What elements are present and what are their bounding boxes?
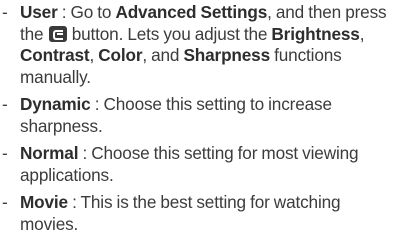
contrast-label: Contrast (20, 45, 90, 65)
list-item-movie: - Movie : This is the best setting for w… (0, 192, 399, 235)
mode-term-dynamic: Dynamic (20, 94, 91, 114)
list-item-normal: - Normal : Choose this setting for most … (0, 143, 399, 186)
term-separator: : (78, 143, 92, 163)
term-separator: : (57, 2, 71, 22)
list-dash: - (2, 143, 8, 163)
sharpness-label: Sharpness (183, 45, 271, 65)
mode-term-normal: Normal (20, 143, 79, 163)
mode-term-user: User (20, 2, 58, 22)
item-text: Go to (70, 2, 116, 22)
item-text: , (89, 45, 99, 65)
list-dash: - (2, 192, 8, 212)
color-label: Color (98, 45, 143, 65)
item-text: , and (142, 45, 184, 65)
list-item-dynamic: - Dynamic : Choose this setting to incre… (0, 94, 399, 137)
brightness-label: Brightness (271, 23, 360, 44)
list-item-user: - User : Go to Advanced Settings, and th… (0, 2, 399, 88)
picture-mode-list: - User : Go to Advanced Settings, and th… (0, 2, 399, 241)
term-separator: : (67, 192, 81, 212)
picture-mode-button-icon (48, 25, 67, 42)
term-separator: : (90, 94, 104, 114)
list-dash: - (2, 94, 8, 114)
advanced-settings-label: Advanced Settings (115, 2, 268, 22)
list-dash: - (2, 2, 8, 22)
mode-term-movie: Movie (20, 192, 68, 212)
item-text: , (359, 23, 365, 44)
item-text: button. Lets you adjust the (67, 23, 272, 44)
